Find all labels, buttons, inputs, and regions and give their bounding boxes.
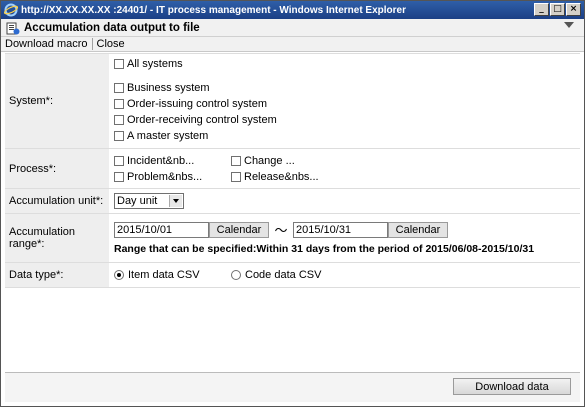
process-checkbox[interactable]: [231, 156, 241, 166]
process-option-label: Release&nbs...: [244, 171, 319, 183]
accumulation-unit-select[interactable]: Day unit: [114, 193, 184, 209]
code-csv-option[interactable]: Code data CSV: [231, 267, 321, 283]
close-window-button[interactable]: ×: [566, 3, 581, 16]
unit-selected-value: Day unit: [117, 195, 158, 207]
datatype-label: Data type*:: [5, 263, 109, 287]
menu-bar: Download macro Close: [1, 37, 584, 52]
close-link[interactable]: Close: [93, 38, 129, 50]
internet-explorer-icon: [4, 3, 18, 17]
system-checkbox[interactable]: [114, 99, 124, 109]
process-checkbox[interactable]: [114, 172, 124, 182]
process-row: Process*: Incident&nb... Change ... Prob…: [5, 149, 580, 189]
process-checkbox[interactable]: [231, 172, 241, 182]
maximize-button[interactable]: □: [550, 3, 565, 16]
end-calendar-button[interactable]: Calendar: [388, 221, 448, 238]
system-row: System*: All systems Business system Ord…: [5, 54, 580, 149]
process-option-label: Change ...: [244, 155, 295, 167]
range-start-input[interactable]: 2015/10/01: [114, 221, 209, 238]
all-systems-label: All systems: [127, 58, 183, 70]
process-option-label: Problem&nbs...: [127, 171, 203, 183]
unit-row: Accumulation unit*: Day unit: [5, 189, 580, 214]
system-checkbox[interactable]: [114, 131, 124, 141]
system-option-label: Order-issuing control system: [127, 98, 267, 110]
item-csv-label: Item data CSV: [128, 269, 200, 281]
title-bar: http://XX.XX.XX.XX :24401/ - IT process …: [1, 1, 584, 19]
start-calendar-button[interactable]: Calendar: [209, 221, 269, 238]
item-csv-option[interactable]: Item data CSV: [114, 267, 231, 283]
process-field: Incident&nb... Change ... Problem&nbs...: [109, 149, 580, 188]
download-macro-link[interactable]: Download macro: [1, 38, 92, 50]
system-option-label: Business system: [127, 82, 210, 94]
datatype-row: Data type*: Item data CSV Code data CSV: [5, 263, 580, 288]
process-option-label: Incident&nb...: [127, 155, 195, 167]
system-option[interactable]: A master system: [114, 128, 277, 144]
system-option-label: Order-receiving control system: [127, 114, 277, 126]
range-note: Range that can be specified:Within 31 da…: [114, 243, 535, 255]
range-field: 2015/10/01 Calendar ～ 2015/10/31 Calenda…: [109, 214, 580, 262]
browser-window: http://XX.XX.XX.XX :24401/ - IT process …: [0, 0, 585, 407]
footer-bar: Download data: [5, 372, 580, 402]
page-header: Accumulation data output to file: [1, 19, 584, 37]
download-data-button[interactable]: Download data: [453, 378, 571, 395]
system-option-label: A master system: [127, 130, 209, 142]
chevron-down-icon[interactable]: [169, 195, 182, 207]
process-option[interactable]: Change ...: [231, 153, 295, 169]
range-row: Accumulation range*: 2015/10/01 Calendar…: [5, 214, 580, 263]
datatype-field: Item data CSV Code data CSV: [109, 263, 580, 287]
system-option[interactable]: Business system: [114, 80, 277, 96]
system-option[interactable]: Order-receiving control system: [114, 112, 277, 128]
minimize-button[interactable]: _: [534, 3, 549, 16]
all-systems-option[interactable]: All systems: [114, 56, 183, 72]
unit-label: Accumulation unit*:: [5, 189, 109, 213]
process-option[interactable]: Incident&nb...: [114, 153, 231, 169]
unit-field: Day unit: [109, 189, 580, 213]
range-tilde: ～: [274, 223, 288, 238]
process-checkbox[interactable]: [114, 156, 124, 166]
process-option[interactable]: Problem&nbs...: [114, 169, 231, 185]
process-label: Process*:: [5, 149, 109, 188]
window-title: http://XX.XX.XX.XX :24401/ - IT process …: [21, 4, 406, 16]
item-csv-radio[interactable]: [114, 270, 124, 280]
document-export-icon: [6, 22, 20, 34]
range-end-input[interactable]: 2015/10/31: [293, 221, 388, 238]
system-list: Business system Order-issuing control sy…: [114, 80, 277, 144]
page-title: Accumulation data output to file: [24, 21, 200, 34]
system-checkbox[interactable]: [114, 83, 124, 93]
process-option[interactable]: Release&nbs...: [231, 169, 319, 185]
chevron-down-icon[interactable]: [564, 22, 574, 28]
system-checkbox[interactable]: [114, 115, 124, 125]
code-csv-label: Code data CSV: [245, 269, 322, 281]
system-label: System*:: [5, 54, 109, 148]
system-option[interactable]: Order-issuing control system: [114, 96, 277, 112]
all-systems-checkbox[interactable]: [114, 59, 124, 69]
system-field: All systems Business system Order-issuin…: [109, 54, 580, 148]
range-label: Accumulation range*:: [5, 214, 109, 262]
code-csv-radio[interactable]: [231, 270, 241, 280]
output-form: System*: All systems Business system Ord…: [5, 53, 580, 288]
